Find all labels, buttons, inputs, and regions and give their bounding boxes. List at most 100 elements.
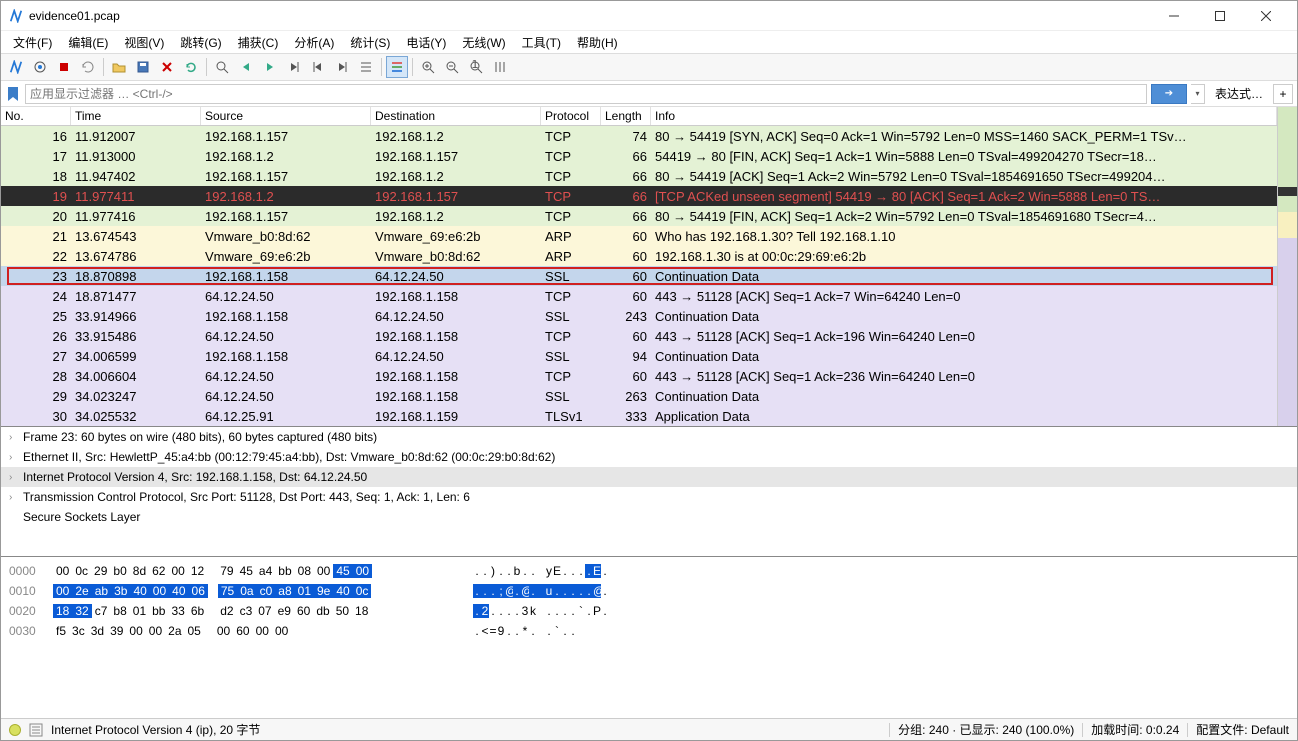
packet-row[interactable]: 2213.674786Vmware_69:e6:2bVmware_b0:8d:6… [1,246,1277,266]
status-field-description: Internet Protocol Version 4 (ip), 20 字节 [51,721,260,738]
packet-list-pane: No. Time Source Destination Protocol Len… [1,107,1297,427]
packet-row[interactable]: 2011.977416192.168.1.157192.168.1.2TCP66… [1,206,1277,226]
menu-item[interactable]: 分析(A) [286,32,342,53]
hex-row[interactable]: 00201832c7b801bb336bd2c307e960db5018.2..… [9,601,1289,621]
packet-row[interactable]: 2934.02324764.12.24.50192.168.1.158SSL26… [1,386,1277,406]
menu-item[interactable]: 无线(W) [454,32,513,53]
protocol-tree-item[interactable]: ›Ethernet II, Src: HewlettP_45:a4:bb (00… [1,447,1297,467]
zoom-out-icon[interactable] [441,56,463,78]
capture-file-properties-icon[interactable] [29,723,43,737]
packet-row[interactable]: 2533.914966192.168.1.15864.12.24.50SSL24… [1,306,1277,326]
status-separator [889,723,890,737]
menu-item[interactable]: 视图(V) [116,32,172,53]
menu-item[interactable]: 跳转(G) [172,32,229,53]
maximize-button[interactable] [1197,1,1243,31]
restart-capture-icon[interactable] [77,56,99,78]
col-no[interactable]: No. [1,107,71,125]
protocol-tree-item[interactable]: ›Transmission Control Protocol, Src Port… [1,487,1297,507]
menu-bar: 文件(F)编辑(E)视图(V)跳转(G)捕获(C)分析(A)统计(S)电话(Y)… [1,31,1297,53]
find-packet-icon[interactable] [211,56,233,78]
protocol-tree-item[interactable]: Secure Sockets Layer [1,507,1297,527]
packet-row[interactable]: 2633.91548664.12.24.50192.168.1.158TCP60… [1,326,1277,346]
add-filter-button[interactable]: + [1273,84,1293,104]
resize-columns-icon[interactable] [489,56,511,78]
expression-button[interactable]: 表达式… [1209,85,1269,102]
packet-row[interactable]: 1611.912007192.168.1.157192.168.1.2TCP74… [1,126,1277,146]
packet-table[interactable]: No. Time Source Destination Protocol Len… [1,107,1277,426]
zoom-in-icon[interactable] [417,56,439,78]
packet-row[interactable]: 2418.87147764.12.24.50192.168.1.158TCP60… [1,286,1277,306]
menu-item[interactable]: 帮助(H) [569,32,626,53]
go-back-icon[interactable] [235,56,257,78]
packet-row[interactable]: 2734.006599192.168.1.15864.12.24.50SSL94… [1,346,1277,366]
colorize-icon[interactable] [386,56,408,78]
protocol-tree-item[interactable]: ›Frame 23: 60 bytes on wire (480 bits), … [1,427,1297,447]
app-icon [9,9,23,23]
close-button[interactable] [1243,1,1289,31]
status-bar: Internet Protocol Version 4 (ip), 20 字节 … [1,718,1297,740]
packet-row[interactable]: 2318.870898192.168.1.15864.12.24.50SSL60… [1,266,1277,286]
toolbar-separator [206,58,207,76]
packet-row[interactable]: 2834.00660464.12.24.50192.168.1.158TCP60… [1,366,1277,386]
window-title: evidence01.pcap [29,9,1151,23]
col-length[interactable]: Length [601,107,651,125]
menu-item[interactable]: 统计(S) [342,32,398,53]
menu-item[interactable]: 电话(Y) [398,32,454,53]
open-file-icon[interactable] [108,56,130,78]
expert-info-led-icon[interactable] [9,724,21,736]
packet-row[interactable]: 2113.674543Vmware_b0:8d:62Vmware_69:e6:2… [1,226,1277,246]
chevron-right-icon: › [9,432,23,443]
status-profile[interactable]: 配置文件: Default [1196,721,1289,738]
arrow-right-icon: ➔ [1165,88,1173,99]
minimize-button[interactable] [1151,1,1197,31]
toolbar-separator [381,58,382,76]
packet-details-pane[interactable]: ›Frame 23: 60 bytes on wire (480 bits), … [1,427,1297,557]
svg-text:1: 1 [472,60,479,71]
toolbar-separator [103,58,104,76]
display-filter-input[interactable] [25,84,1147,104]
packet-row[interactable]: 1811.947402192.168.1.157192.168.1.2TCP66… [1,166,1277,186]
packet-bytes-pane[interactable]: 0000000c29b08d6200127945a4bb08004500..).… [1,557,1297,718]
col-info[interactable]: Info [651,107,1277,125]
title-bar: evidence01.pcap [1,1,1297,31]
col-protocol[interactable]: Protocol [541,107,601,125]
packet-row[interactable]: 1711.913000192.168.1.2192.168.1.157TCP66… [1,146,1277,166]
col-time[interactable]: Time [71,107,201,125]
filter-history-dropdown[interactable]: ▾ [1191,84,1205,104]
go-forward-icon[interactable] [259,56,281,78]
hex-row[interactable]: 0030f53c3d3900002a0500600000.<=9..*. .`.… [9,621,1289,641]
status-load-time: 加载时间: 0:0.24 [1091,721,1179,738]
menu-item[interactable]: 编辑(E) [60,32,116,53]
filter-bookmark-icon[interactable] [5,86,21,102]
packet-minimap[interactable] [1277,107,1297,426]
hex-row[interactable]: 0010002eab3b40004006750ac0a8019e400c...;… [9,581,1289,601]
auto-scroll-icon[interactable] [355,56,377,78]
protocol-tree-item[interactable]: ›Internet Protocol Version 4, Src: 192.1… [1,467,1297,487]
chevron-right-icon: › [9,452,23,463]
close-file-icon[interactable] [156,56,178,78]
capture-options-icon[interactable] [29,56,51,78]
zoom-reset-icon[interactable]: 1 [465,56,487,78]
packet-row[interactable]: 1911.977411192.168.1.2192.168.1.157TCP66… [1,186,1277,206]
start-capture-icon[interactable] [53,56,75,78]
display-filter-bar: ➔ ▾ 表达式… + [1,81,1297,107]
hex-row[interactable]: 0000000c29b08d6200127945a4bb08004500..).… [9,561,1289,581]
go-last-icon[interactable] [331,56,353,78]
menu-item[interactable]: 捕获(C) [230,32,287,53]
save-file-icon[interactable] [132,56,154,78]
packet-row[interactable]: 3034.02553264.12.25.91192.168.1.159TLSv1… [1,406,1277,426]
go-to-packet-icon[interactable] [283,56,305,78]
toolbar-fin-icon[interactable] [5,56,27,78]
go-first-icon[interactable] [307,56,329,78]
toolbar-separator [412,58,413,76]
menu-item[interactable]: 工具(T) [514,32,569,53]
reload-file-icon[interactable] [180,56,202,78]
main-toolbar: 1 [1,53,1297,81]
col-destination[interactable]: Destination [371,107,541,125]
filter-apply-button[interactable]: ➔ [1151,84,1187,104]
menu-item[interactable]: 文件(F) [5,32,60,53]
chevron-right-icon: › [9,492,23,503]
status-packet-count: 分组: 240 · 已显示: 240 (100.0%) [898,721,1074,738]
col-source[interactable]: Source [201,107,371,125]
chevron-right-icon: › [9,472,23,483]
